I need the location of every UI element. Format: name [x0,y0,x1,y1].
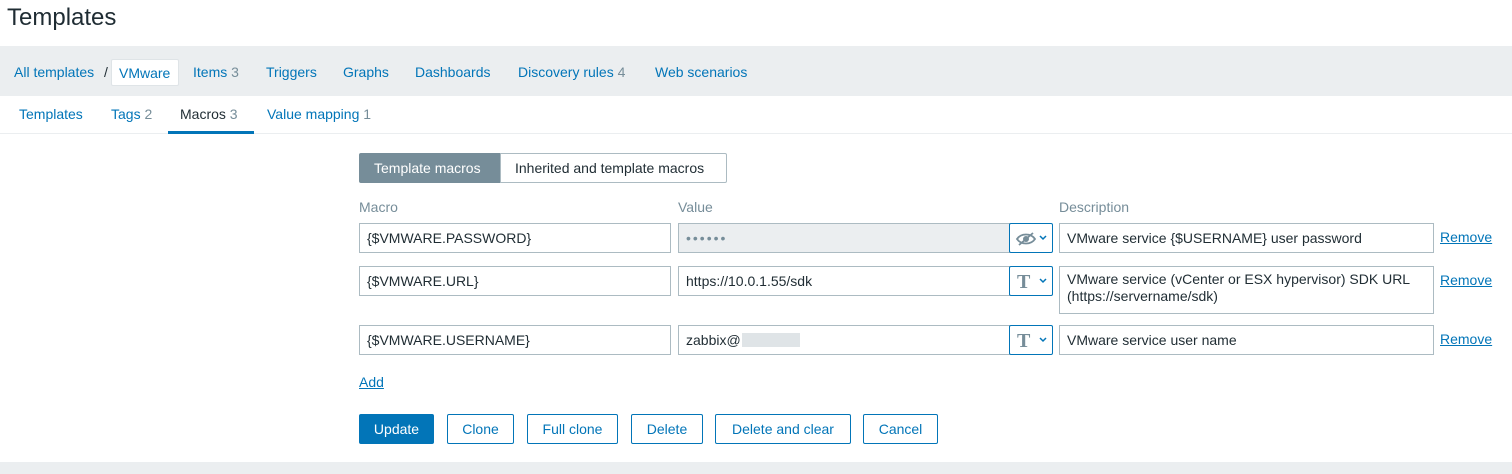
nav-discovery-count: 4 [617,64,626,80]
tab-value-mapping-count: 1 [363,106,372,122]
redacted-block [741,333,800,347]
current-template-label: VMware [119,65,171,81]
remove-macro-link[interactable]: Remove [1440,272,1492,288]
macro-description-input[interactable]: VMware service user name [1059,325,1434,355]
tab-tags[interactable]: Tags 2 [111,106,152,122]
breadcrumb-separator: / [104,64,108,80]
text-type-icon: T [1017,271,1031,293]
nav-items-link[interactable]: Items 3 [193,64,239,80]
column-header-value: Value [678,199,713,215]
tab-templates[interactable]: Templates [19,106,83,122]
column-header-description: Description [1059,199,1130,215]
macro-type-dropdown[interactable]: T [1009,325,1053,355]
macro-value-text: zabbix@ [686,332,741,348]
tab-macros-count: 3 [229,106,238,122]
remove-macro-link[interactable]: Remove [1440,331,1492,347]
template-macros-toggle[interactable]: Template macros [359,153,501,183]
page-header: Templates [0,0,1512,46]
macro-value-input[interactable]: zabbix@ [678,325,1010,355]
clone-button[interactable]: Clone [447,414,514,444]
nav-discovery-rules-link[interactable]: Discovery rules 4 [518,64,625,80]
nav-web-scenarios-link[interactable]: Web scenarios [655,64,747,80]
delete-button[interactable]: Delete [631,414,703,444]
tab-tags-label: Tags [111,106,141,122]
text-type-icon: T [1017,330,1031,352]
tab-macros[interactable]: Macros 3 [180,106,238,122]
macro-name-input[interactable]: {$VMWARE.USERNAME} [359,325,671,355]
eye-slash-icon [1015,232,1037,246]
update-button[interactable]: Update [359,414,434,444]
macro-value-input[interactable]: https://10.0.1.55/sdk [678,266,1010,296]
macro-name-input[interactable]: {$VMWARE.URL} [359,266,671,296]
nav-items-label: Items [193,64,228,80]
all-templates-link[interactable]: All templates [14,64,94,80]
delete-and-clear-button[interactable]: Delete and clear [715,414,851,444]
breadcrumb-current-template: VMware [111,59,179,86]
full-clone-button[interactable]: Full clone [527,414,618,444]
chevron-down-icon [1039,337,1047,343]
cancel-button[interactable]: Cancel [863,414,938,444]
nav-items-count: 3 [231,64,239,80]
form-tabs: Templates Tags 2 Macros 3 Value mapping … [0,96,1512,134]
template-navigation: All templates / VMware Items 3 Triggers … [0,46,1512,96]
tab-value-mapping-label: Value mapping [267,106,360,122]
nav-dashboards-link[interactable]: Dashboards [415,64,491,80]
nav-graphs-link[interactable]: Graphs [343,64,389,80]
chevron-down-icon [1039,235,1047,241]
template-form: Templates Tags 2 Macros 3 Value mapping … [0,96,1512,462]
nav-triggers-link[interactable]: Triggers [266,64,317,80]
nav-discovery-label: Discovery rules [518,64,614,80]
remove-macro-link[interactable]: Remove [1440,229,1492,245]
macro-description-input[interactable]: VMware service {$USERNAME} user password [1059,223,1434,253]
tab-value-mapping[interactable]: Value mapping 1 [267,106,371,122]
chevron-down-icon [1039,278,1047,284]
add-macro-link[interactable]: Add [359,374,384,390]
active-tab-indicator [168,131,254,134]
macro-value-secret-input: •••••• [678,223,1010,253]
page-title: Templates [7,4,117,31]
tab-macros-label: Macros [180,106,226,122]
macro-name-input[interactable]: {$VMWARE.PASSWORD} [359,223,671,253]
inherited-macros-toggle[interactable]: Inherited and template macros [500,153,727,183]
column-header-macro: Macro [359,199,398,215]
tab-tags-count: 2 [144,106,153,122]
macro-description-input[interactable]: VMware service (vCenter or ESX hyperviso… [1059,266,1434,314]
macro-type-dropdown[interactable] [1009,223,1053,253]
macro-type-dropdown[interactable]: T [1009,266,1053,296]
